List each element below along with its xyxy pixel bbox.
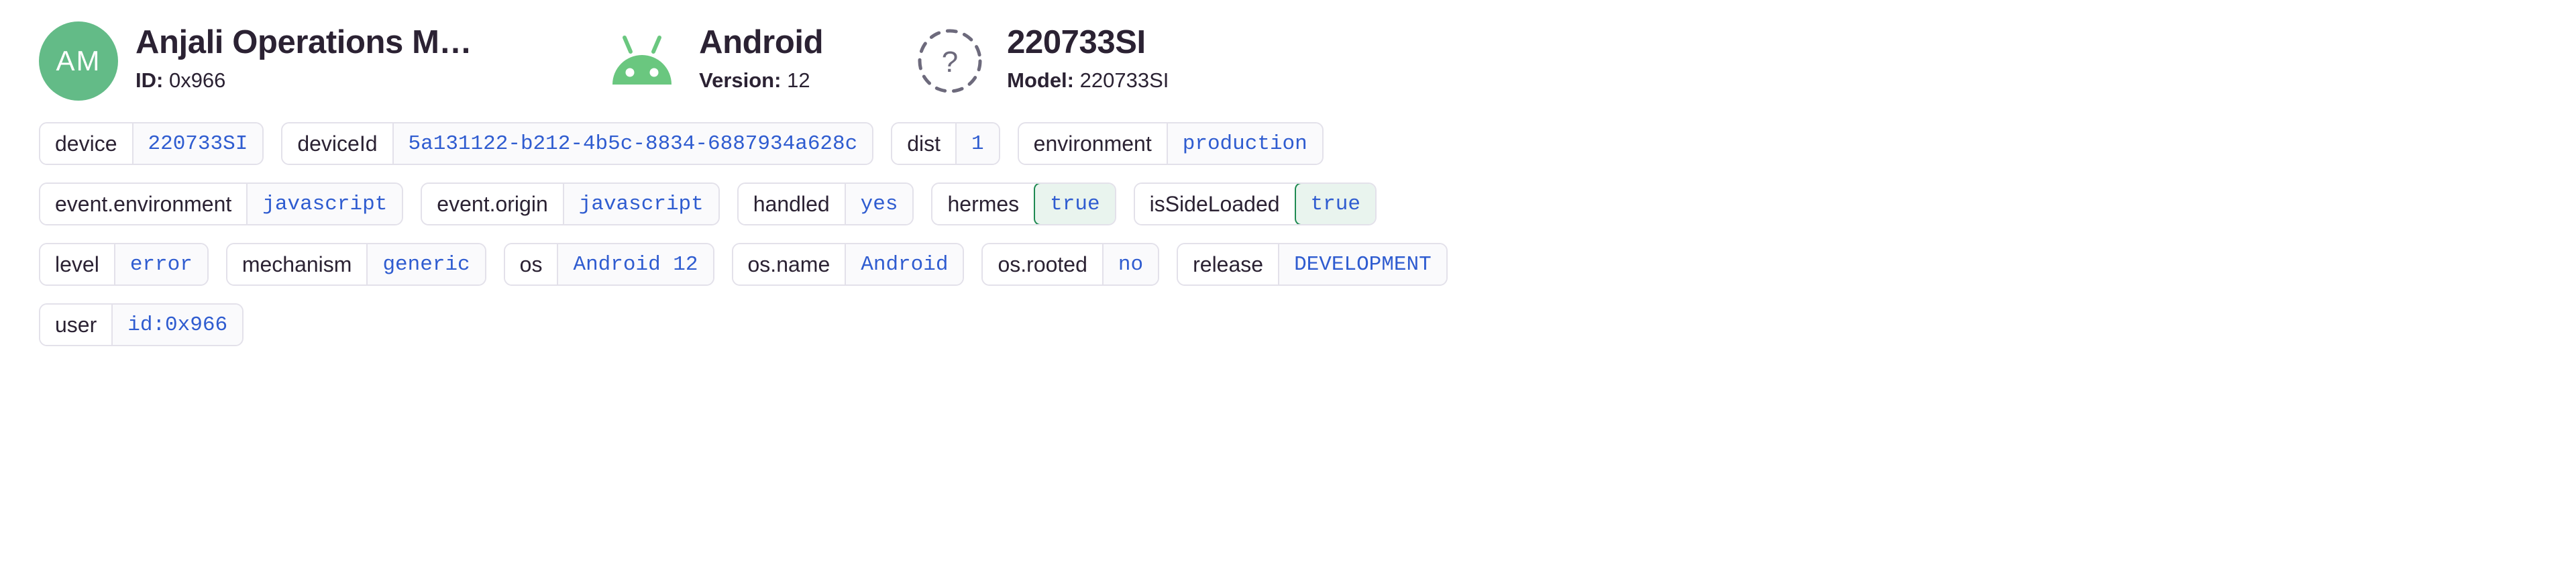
tag-value[interactable]: javascript <box>562 184 718 224</box>
user-id-label: ID: <box>136 68 164 93</box>
tag-pill-environment[interactable]: environment production <box>1017 122 1324 165</box>
tag-value[interactable]: true <box>1034 184 1115 224</box>
user-id-value: 0x966 <box>168 68 226 93</box>
tag-pill-mechanism[interactable]: mechanism generic <box>225 243 486 286</box>
model-title: 220733SI <box>1007 24 1146 60</box>
tag-key: device <box>40 123 132 164</box>
tag-value[interactable]: javascript <box>246 184 402 224</box>
tag-value[interactable]: error <box>113 244 207 284</box>
event-context-panel: AM Anjali Operations M… ID: 0x966 Androi… <box>0 0 2576 573</box>
tag-value[interactable]: no <box>1102 244 1159 284</box>
model-label: Model: <box>1007 68 1074 93</box>
tag-pill-handled[interactable]: handled yes <box>737 183 914 225</box>
avatar: AM <box>39 21 118 101</box>
tag-key: os.name <box>733 244 845 284</box>
tag-pill-level[interactable]: level error <box>39 243 209 286</box>
context-os-text: Android Version: 12 <box>699 20 823 97</box>
tag-key: deviceId <box>282 123 392 164</box>
tag-value[interactable]: Android <box>845 244 963 284</box>
tag-pill-hermes[interactable]: hermes true <box>931 183 1116 225</box>
tag-pill-device[interactable]: device 220733SI <box>39 122 264 165</box>
tag-key: event.origin <box>422 184 563 224</box>
unknown-device-icon: ? <box>910 21 989 101</box>
model-subtitle: Model: 220733SI <box>1007 65 1169 97</box>
tag-key: handled <box>738 184 845 224</box>
tag-value[interactable]: generic <box>366 244 485 284</box>
tag-pill-release[interactable]: release DEVELOPMENT <box>1177 243 1448 286</box>
tag-value[interactable]: 5a131122-b212-4b5c-8834-6887934a628c <box>392 123 873 164</box>
tag-key: dist <box>892 123 956 164</box>
tag-row: user id:0x966 <box>39 303 2576 346</box>
tag-value[interactable]: true <box>1294 184 1375 224</box>
tag-key: isSideLoaded <box>1134 184 1295 224</box>
tag-value[interactable]: id:0x966 <box>111 305 243 345</box>
tag-value[interactable]: yes <box>844 184 913 224</box>
tag-pill-event.origin[interactable]: event.origin javascript <box>421 183 720 225</box>
tag-value[interactable]: production <box>1166 123 1322 164</box>
tag-pill-event.environment[interactable]: event.environment javascript <box>39 183 404 225</box>
tag-pill-deviceId[interactable]: deviceId 5a131122-b212-4b5c-8834-6887934a… <box>281 122 874 165</box>
tag-list: device 220733SI deviceId 5a131122-b212-4b5c… <box>0 107 2576 346</box>
tag-key: os.rooted <box>983 244 1102 284</box>
model-value: 220733SI <box>1079 68 1169 93</box>
tag-key: level <box>40 244 114 284</box>
tag-value[interactable]: Android 12 <box>557 244 713 284</box>
tag-key: release <box>1178 244 1279 284</box>
user-title: Anjali Operations M… <box>136 24 472 60</box>
tag-value[interactable]: 220733SI <box>131 123 263 164</box>
tag-row: device 220733SI deviceId 5a131122-b212-4b5c… <box>39 122 2576 165</box>
tag-key: hermes <box>932 184 1034 224</box>
tag-pill-os.name[interactable]: os.name Android <box>731 243 965 286</box>
tag-pill-os[interactable]: os Android 12 <box>503 243 714 286</box>
tag-row: level error mechanism generic os Android 12 os… <box>39 243 2576 286</box>
context-model-text: 220733SI Model: 220733SI <box>1007 20 1169 97</box>
os-title: Android <box>699 24 824 60</box>
android-robot-icon <box>602 21 682 101</box>
context-summary-header: AM Anjali Operations M… ID: 0x966 Androi… <box>0 0 2576 107</box>
tag-key: os <box>504 244 557 284</box>
context-card-os: Android Version: 12 <box>602 20 824 101</box>
tag-value[interactable]: 1 <box>955 123 999 164</box>
tag-pill-user[interactable]: user id:0x966 <box>39 303 244 346</box>
tag-row: event.environment javascript event.origin j… <box>39 183 2576 225</box>
context-card-user: AM Anjali Operations M… ID: 0x966 <box>39 20 472 101</box>
tag-pill-dist[interactable]: dist 1 <box>891 122 1000 165</box>
tag-key: environment <box>1018 123 1167 164</box>
tag-pill-os.rooted[interactable]: os.rooted no <box>981 243 1160 286</box>
tag-key: mechanism <box>227 244 367 284</box>
context-card-model: ? 220733SI Model: 220733SI <box>910 20 1169 101</box>
svg-text:?: ? <box>942 46 958 79</box>
tag-key: user <box>40 305 112 345</box>
avatar-initials: AM <box>56 45 101 76</box>
tag-pill-isSideLoaded[interactable]: isSideLoaded true <box>1133 183 1377 225</box>
tag-value[interactable]: DEVELOPMENT <box>1278 244 1446 284</box>
os-version-value: 12 <box>787 68 810 93</box>
context-user-text: Anjali Operations M… ID: 0x966 <box>136 20 472 97</box>
user-subtitle: ID: 0x966 <box>136 65 472 97</box>
tag-key: event.environment <box>40 184 247 224</box>
os-version-label: Version: <box>699 68 782 93</box>
os-subtitle: Version: 12 <box>699 65 823 97</box>
